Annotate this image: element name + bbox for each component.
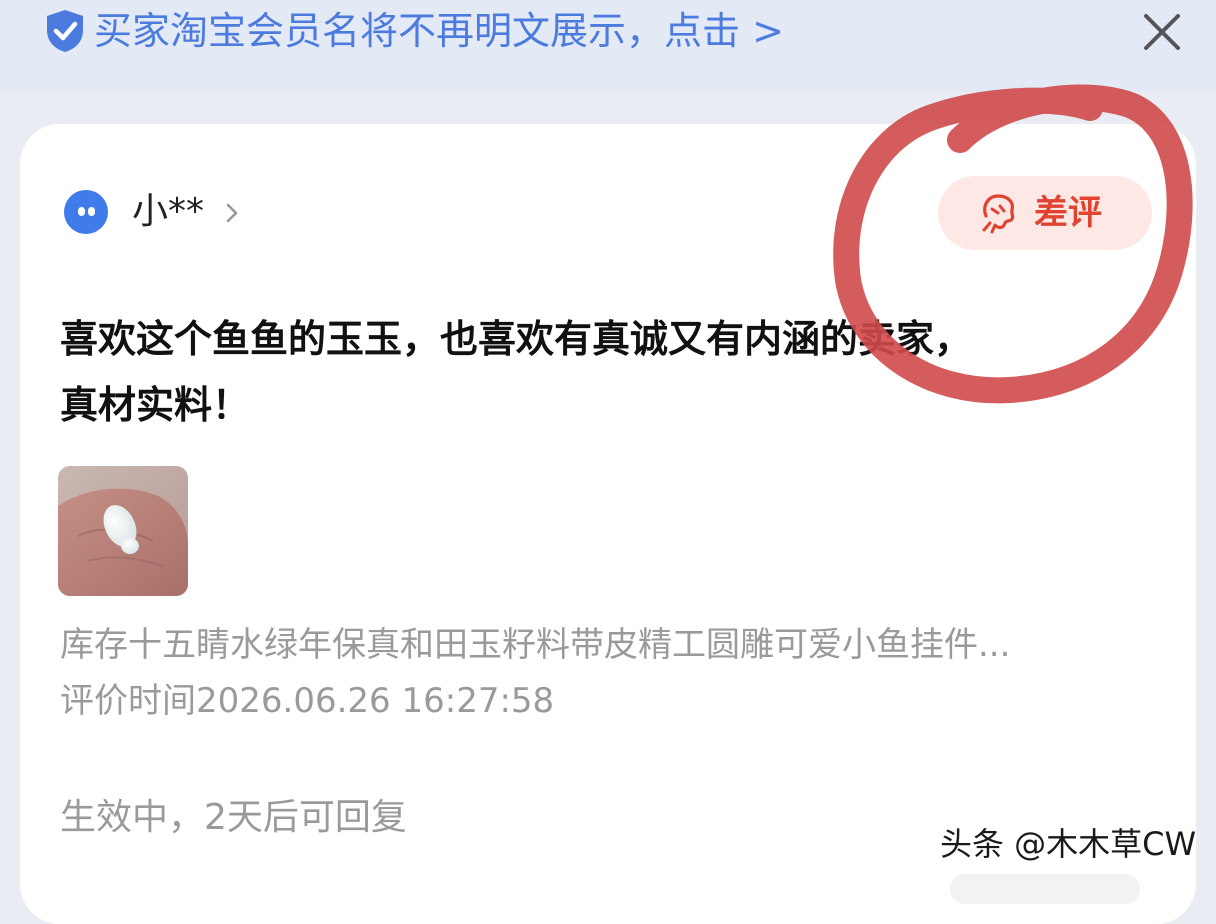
- avatar[interactable]: [64, 190, 108, 234]
- watermark: 头条 @木木草CW: [940, 825, 1197, 863]
- bad-review-label: 差评: [1034, 193, 1102, 233]
- avatar-eye-left: [78, 207, 85, 216]
- close-icon[interactable]: [1140, 10, 1184, 54]
- review-photo-thumbnail[interactable]: [58, 466, 188, 596]
- review-content: 喜欢这个鱼鱼的玉玉，也喜欢有真诚又有内涵的卖家， 真材实料！: [60, 306, 1160, 438]
- bottom-action-pill[interactable]: [950, 874, 1140, 904]
- review-time: 评价时间2026.06.26 16:27:58: [60, 681, 555, 721]
- shield-check-icon: [47, 10, 83, 52]
- bad-review-face-icon: [982, 194, 1015, 234]
- chevron-right-icon[interactable]: [224, 202, 240, 224]
- avatar-eye-right: [88, 207, 95, 216]
- reviewer-name[interactable]: 小**: [132, 188, 204, 236]
- review-content-line-1: 喜欢这个鱼鱼的玉玉，也喜欢有真诚又有内涵的卖家，: [60, 317, 973, 361]
- notice-bar[interactable]: 买家淘宝会员名将不再明文展示，点击 >: [0, 0, 1216, 92]
- notice-text[interactable]: 买家淘宝会员名将不再明文展示，点击 >: [94, 4, 784, 58]
- review-status: 生效中，2天后可回复: [60, 797, 407, 838]
- review-photo-image: [58, 466, 188, 596]
- review-content-line-2: 真材实料！: [60, 383, 251, 427]
- bad-review-badge[interactable]: 差评: [938, 176, 1152, 250]
- product-title[interactable]: 库存十五睛水绿年保真和田玉籽料带皮精工圆雕可爱小鱼挂件...: [60, 620, 1160, 670]
